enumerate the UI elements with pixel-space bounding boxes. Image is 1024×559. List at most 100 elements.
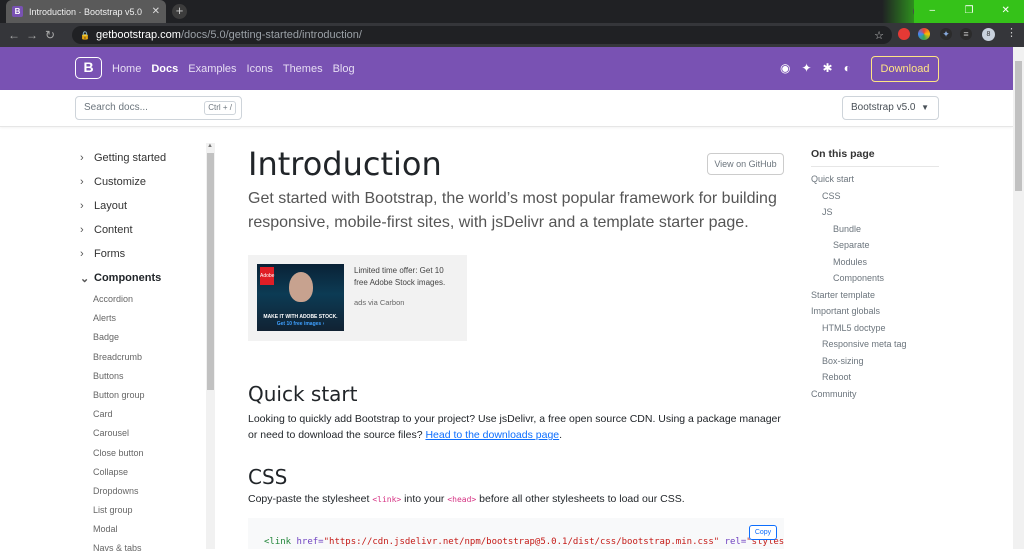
ad-image[interactable]: Adobe MAKE IT WITH ADOBE STOCK. Get 10 f… — [257, 264, 344, 331]
sidebar-item-alerts[interactable]: Alerts — [80, 309, 205, 328]
browser-tab[interactable]: B Introduction · Bootstrap v5.0 ✕ — [6, 0, 166, 23]
toc-list: Quick start CSS JS Bundle Separate Modules Com… — [811, 167, 939, 402]
toc-item[interactable]: CSS — [811, 188, 939, 205]
code-snippet: <link href="https://cdn.jsdelivr.net/npm… — [264, 537, 784, 547]
ad-caption-line1: MAKE IT WITH ADOBE STOCK. — [263, 314, 338, 320]
view-on-github-button[interactable]: View on GitHub — [707, 153, 784, 175]
toc-item[interactable]: HTML5 doctype — [811, 320, 939, 337]
carbon-ad[interactable]: Adobe MAKE IT WITH ADOBE STOCK. Get 10 f… — [248, 255, 467, 341]
chevron-right-icon: › — [80, 248, 84, 260]
adobe-logo: Adobe — [260, 267, 274, 285]
sidebar-item-close-button[interactable]: Close button — [80, 444, 205, 463]
sidebar-item-card[interactable]: Card — [80, 405, 205, 424]
inline-code-link: <link> — [372, 495, 402, 504]
twitter-icon[interactable]: ✦ — [801, 61, 811, 75]
ad-via[interactable]: ads via Carbon — [354, 298, 404, 307]
toc-item[interactable]: Important globals — [811, 303, 939, 320]
slack-icon[interactable]: ✱ — [823, 61, 833, 75]
toc-item[interactable]: Community — [811, 386, 939, 403]
reading-list-icon[interactable]: ≡ — [960, 28, 972, 40]
nav-blog[interactable]: Blog — [333, 63, 355, 75]
reload-icon[interactable]: ↻ — [41, 28, 59, 42]
css-text-3: before all other stylesheets to load our… — [476, 493, 685, 505]
lead-paragraph: Get started with Bootstrap, the world’s … — [248, 190, 777, 231]
css-text-2: into your — [401, 493, 448, 505]
sidebar-group-layout[interactable]: › Layout — [80, 194, 205, 218]
sidebar-item-badge[interactable]: Badge — [80, 328, 205, 347]
sidebar-group-customize[interactable]: › Customize — [80, 170, 205, 194]
nav-icons[interactable]: Icons — [247, 63, 273, 75]
sidebar-item-carousel[interactable]: Carousel — [80, 424, 205, 443]
sidebar-item-list-group[interactable]: List group — [80, 501, 205, 520]
toc-item[interactable]: Reboot — [811, 369, 939, 386]
profile-avatar[interactable]: 8 — [982, 28, 995, 41]
window-controls: – ❐ ✕ — [914, 0, 1024, 23]
downloads-link[interactable]: Head to the downloads page — [425, 429, 559, 441]
browser-menu-icon[interactable]: ⋮ — [1006, 26, 1017, 39]
nav-docs[interactable]: Docs — [151, 63, 178, 75]
toc-item[interactable]: Responsive meta tag — [811, 336, 939, 353]
chevron-right-icon: › — [80, 176, 84, 188]
bootstrap-logo[interactable]: B — [75, 57, 102, 79]
puzzle-extension-icon[interactable]: ✦ — [940, 28, 952, 40]
extension-red-icon[interactable] — [898, 28, 910, 40]
toc-item[interactable]: Bundle — [811, 221, 939, 238]
lock-icon[interactable]: 🔒 — [80, 31, 90, 40]
toc-item[interactable]: Separate — [811, 237, 939, 254]
close-window-button[interactable]: ✕ — [987, 0, 1024, 23]
code-href-value: "https://cdn.jsdelivr.net/npm/bootstrap@… — [323, 537, 720, 547]
chevron-right-icon: › — [80, 152, 84, 164]
version-dropdown[interactable]: Bootstrap v5.0 ▼ — [842, 96, 939, 120]
sidebar-group-forms[interactable]: › Forms — [80, 242, 205, 266]
bookmark-star-icon[interactable]: ☆ — [874, 29, 884, 42]
opencollective-icon[interactable]: ◐ — [844, 61, 851, 75]
toc-item[interactable]: Starter template — [811, 287, 939, 304]
sidebar-item-buttons[interactable]: Buttons — [80, 367, 205, 386]
url-field[interactable]: 🔒 getbootstrap.com/docs/5.0/getting-star… — [72, 26, 892, 44]
sidebar-group-getting-started[interactable]: › Getting started — [80, 146, 205, 170]
nav-themes[interactable]: Themes — [283, 63, 323, 75]
toc-item[interactable]: Modules — [811, 254, 939, 271]
sidebar-scroll-thumb[interactable] — [207, 153, 214, 390]
sidebar-item-accordion[interactable]: Accordion — [80, 290, 205, 309]
quick-start-end: . — [559, 429, 563, 441]
nav-examples[interactable]: Examples — [188, 63, 236, 75]
extension-highlight — [882, 0, 914, 23]
chevron-down-icon: ▼ — [921, 103, 929, 112]
back-arrow-icon[interactable]: ← — [5, 28, 23, 42]
sidebar-group-components[interactable]: ⌄ Components — [80, 266, 205, 290]
toc-item[interactable]: Quick start — [811, 171, 939, 188]
forward-arrow-icon[interactable]: → — [23, 28, 41, 42]
toc-item[interactable]: JS — [811, 204, 939, 221]
sidebar-item-button-group[interactable]: Button group — [80, 386, 205, 405]
scroll-up-arrow-icon[interactable]: ▲ — [207, 143, 213, 149]
toc-item[interactable]: Components — [811, 270, 939, 287]
extension-color-icon[interactable] — [918, 28, 930, 40]
page-scrollbar[interactable] — [1013, 47, 1024, 549]
main-nav: Home Docs Examples Icons Themes Blog — [112, 47, 355, 90]
sidebar-item-dropdowns[interactable]: Dropdowns — [80, 482, 205, 501]
ad-text[interactable]: Limited time offer: Get 10 free Adobe St… — [354, 265, 459, 289]
github-icon[interactable]: ◉ — [780, 61, 790, 75]
sidebar-scrollbar[interactable]: ▲ — [206, 143, 215, 549]
nav-home[interactable]: Home — [112, 63, 141, 75]
download-button[interactable]: Download — [871, 56, 939, 82]
maximize-button[interactable]: ❐ — [951, 0, 988, 23]
sidebar-group-label: Components — [94, 272, 162, 284]
page-scroll-thumb[interactable] — [1015, 61, 1022, 191]
css-paragraph: Copy-paste the stylesheet <link> into yo… — [248, 491, 788, 508]
sidebar-item-navs-tabs[interactable]: Navs & tabs — [80, 539, 205, 558]
sidebar-group-content[interactable]: › Content — [80, 218, 205, 242]
version-label: Bootstrap v5.0 — [851, 102, 916, 113]
minimize-button[interactable]: – — [914, 0, 951, 23]
sidebar-item-breadcrumb[interactable]: Breadcrumb — [80, 348, 205, 367]
search-input[interactable]: Search docs... Ctrl + / — [75, 96, 242, 120]
sidebar-item-modal[interactable]: Modal — [80, 520, 205, 539]
close-tab-icon[interactable]: ✕ — [152, 6, 160, 17]
toc-item[interactable]: Box-sizing — [811, 353, 939, 370]
sidebar-item-collapse[interactable]: Collapse — [80, 463, 205, 482]
css-text-1: Copy-paste the stylesheet — [248, 493, 373, 505]
code-rel-attr: rel= — [719, 537, 747, 547]
new-tab-button[interactable]: + — [172, 4, 187, 19]
copy-button[interactable]: Copy — [749, 525, 777, 540]
